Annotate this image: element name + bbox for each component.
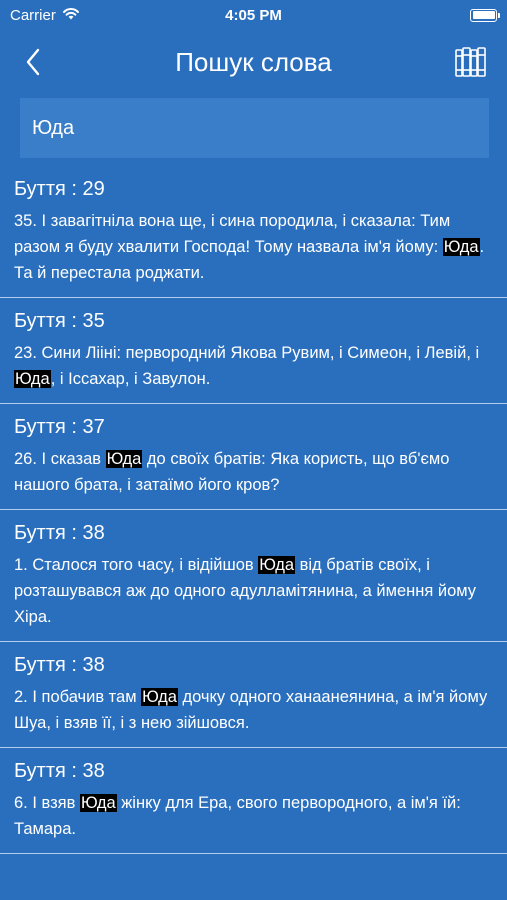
carrier-label: Carrier xyxy=(10,6,56,24)
nav-bar: Пошук слова xyxy=(0,30,507,94)
verse-text-before: 26. І сказав xyxy=(14,450,106,468)
list-item[interactable]: Буття : 37 26. І сказав Юда до своїх бра… xyxy=(0,404,507,510)
match-highlight: Юда xyxy=(14,370,51,388)
back-button[interactable] xyxy=(18,44,48,80)
match-highlight: Юда xyxy=(258,556,296,574)
books-button[interactable] xyxy=(453,44,489,80)
verse-text-before: 1. Сталося того часу, і відійшов xyxy=(14,556,259,574)
list-item[interactable]: Буття : 38 2. І побачив там Юда дочку од… xyxy=(0,642,507,748)
match-highlight: Юда xyxy=(141,688,178,706)
list-item[interactable]: Буття : 35 23. Сини Лііні: первородний Я… xyxy=(0,298,507,404)
list-item[interactable]: Буття : 29 35. І завагітніла вона ще, і … xyxy=(0,166,507,298)
status-bar: Carrier 4:05 PM xyxy=(0,0,507,30)
books-icon xyxy=(455,47,486,77)
verse-text-before: 23. Сини Лііні: первородний Якова Рувим,… xyxy=(14,344,480,362)
verse-reference: Буття : 29 xyxy=(14,178,105,200)
list-item[interactable]: Буття : 38 6. І взяв Юда жінку для Ера, … xyxy=(0,748,507,854)
match-highlight: Юда xyxy=(442,238,480,256)
verse-text: 1. Сталося того часу, і відійшов Юда від… xyxy=(14,552,493,630)
verse-text-before: 2. І побачив там xyxy=(14,688,142,706)
status-left: Carrier xyxy=(10,7,80,24)
verse-text: 35. І завагітніла вона ще, і сина породи… xyxy=(14,208,493,286)
wifi-icon xyxy=(62,7,80,24)
match-highlight: Юда xyxy=(105,450,143,468)
verse-text: 23. Сини Лііні: первородний Якова Рувим,… xyxy=(14,340,493,392)
battery-icon xyxy=(470,8,500,22)
page-title: Пошук слова xyxy=(175,46,332,77)
verse-text: 6. І взяв Юда жінку для Ера, свого перво… xyxy=(14,790,493,842)
status-time: 4:05 PM xyxy=(225,6,282,24)
match-highlight: Юда xyxy=(79,794,117,812)
verse-text-before: 35. І завагітніла вона ще, і сина породи… xyxy=(14,212,451,256)
verse-text: 26. І сказав Юда до своїх братів: Яка ко… xyxy=(14,446,493,498)
list-item[interactable]: Буття : 38 1. Сталося того часу, і відій… xyxy=(0,510,507,642)
verse-text-before: 6. І взяв xyxy=(14,794,80,812)
verse-text: 2. І побачив там Юда дочку одного ханаан… xyxy=(14,684,493,736)
results-list: Буття : 29 35. І завагітніла вона ще, і … xyxy=(0,166,507,854)
verse-reference: Буття : 37 xyxy=(14,416,105,438)
chevron-left-icon xyxy=(26,48,40,76)
search-input[interactable] xyxy=(32,116,489,140)
verse-reference: Буття : 35 xyxy=(14,310,105,332)
verse-reference: Буття : 38 xyxy=(14,654,105,676)
verse-reference: Буття : 38 xyxy=(14,522,105,544)
verse-reference: Буття : 38 xyxy=(14,760,105,782)
verse-text-after: , і Іссахар, і Завулон. xyxy=(50,370,211,388)
search-box[interactable] xyxy=(20,98,489,158)
